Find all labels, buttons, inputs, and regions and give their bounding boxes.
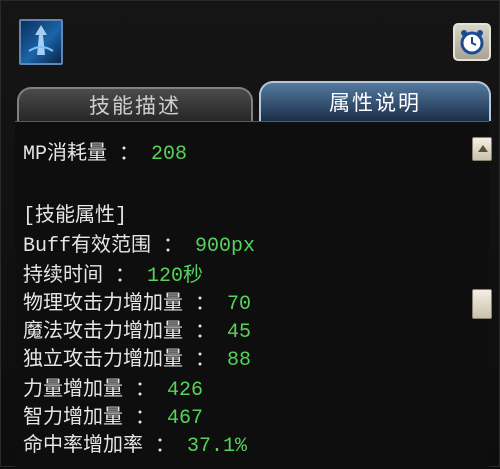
duration-line: 持续时间 ： 120秒 — [23, 258, 203, 288]
line-label: 力量增加量 ： — [23, 379, 156, 402]
tab-attribute-description[interactable]: 属性说明 — [259, 81, 491, 121]
physical-attack-line: 物理攻击力增加量 ： 70 — [23, 286, 251, 316]
line-label: 命中率增加率 ： — [23, 435, 176, 458]
line-value: 120秒 — [147, 265, 204, 288]
line-value: 900px — [195, 235, 256, 258]
scroll-up-arrow-icon[interactable] — [472, 137, 492, 161]
skill-tooltip-window: 技能描述 属性说明 MP消耗量 ： 208 [技能属性] Buff有效范围 ： … — [0, 0, 500, 469]
tab-skill-description[interactable]: 技能描述 — [17, 87, 253, 121]
skill-attributes-heading: [技能属性] — [23, 198, 127, 228]
line-value: 426 — [167, 379, 204, 402]
line-label: Buff有效范围 ： — [23, 235, 184, 258]
scrollbar[interactable] — [469, 137, 495, 467]
scroll-thumb[interactable] — [472, 289, 492, 319]
line-value: 37.1% — [187, 435, 248, 458]
magic-attack-line: 魔法攻击力增加量 ： 45 — [23, 314, 251, 344]
alarm-clock-icon[interactable] — [453, 23, 491, 61]
buff-range-line: Buff有效范围 ： 900px — [23, 228, 255, 258]
line-label: 智力增加量 ： — [23, 407, 156, 430]
strength-line: 力量增加量 ： 426 — [23, 372, 203, 402]
line-label: 独立攻击力增加量 ： — [23, 349, 216, 372]
independent-attack-line: 独立攻击力增加量 ： 88 — [23, 342, 251, 372]
line-value: 467 — [167, 407, 204, 430]
line-label: [技能属性] — [23, 205, 128, 228]
skill-icon — [19, 19, 63, 65]
line-value: 208 — [151, 143, 188, 166]
line-value: 45 — [227, 321, 252, 344]
line-label: 持续时间 ： — [23, 265, 136, 288]
tab-bar: 技能描述 属性说明 — [15, 81, 491, 123]
line-label: 物理攻击力增加量 ： — [23, 293, 216, 316]
line-value: 70 — [227, 293, 252, 316]
line-value: 88 — [227, 349, 252, 372]
hit-rate-line: 命中率增加率 ： 37.1% — [23, 428, 247, 458]
intelligence-line: 智力增加量 ： 467 — [23, 400, 203, 430]
attribute-content-panel: MP消耗量 ： 208 [技能属性] Buff有效范围 ： 900px 持续时间… — [15, 121, 489, 469]
mp-cost-line: MP消耗量 ： 208 — [23, 136, 187, 166]
line-label: MP消耗量 ： — [23, 143, 140, 166]
line-label: 魔法攻击力增加量 ： — [23, 321, 216, 344]
